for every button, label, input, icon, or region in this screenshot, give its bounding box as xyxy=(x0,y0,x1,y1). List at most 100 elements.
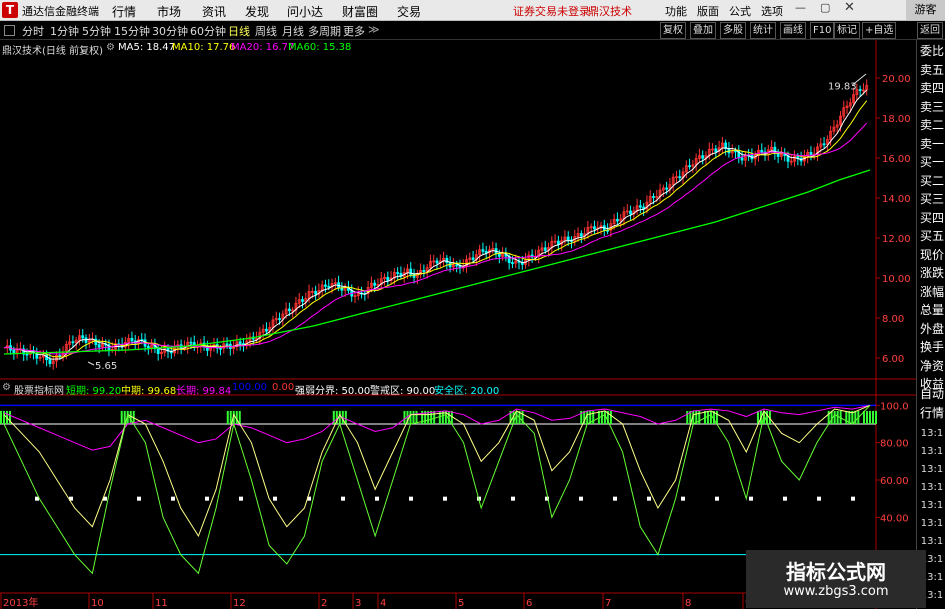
candle-body xyxy=(455,264,459,267)
boundary-dot xyxy=(171,496,175,501)
chart-area[interactable]: 20.00 18.00 16.00 14.00 12.00 10.00 8.00 6.00 10… xyxy=(0,40,916,609)
period-tab-1min[interactable]: 1分钟 xyxy=(50,23,79,39)
candle-body xyxy=(219,347,222,350)
strong-bar xyxy=(715,410,718,424)
menu-discover[interactable]: 发现 xyxy=(245,3,269,20)
candle-body xyxy=(543,247,547,251)
period-tab-timeshare[interactable]: 分时 xyxy=(22,23,44,39)
strong-bar xyxy=(415,410,418,424)
quote-item: 换手 xyxy=(919,340,944,354)
trade-login-status[interactable]: 证券交易未登录 xyxy=(513,3,590,19)
candle-body xyxy=(435,260,439,264)
guest-button[interactable]: 游客 xyxy=(906,0,945,20)
menu-market[interactable]: 市场 xyxy=(157,3,181,20)
app-title: 通达信金融终端 xyxy=(22,5,99,18)
quote-item: 涨幅 xyxy=(919,284,944,299)
candle-body xyxy=(58,354,62,357)
tick-time: 13:1 xyxy=(920,428,944,439)
mark-button[interactable]: 标记 xyxy=(834,22,860,39)
boundary-dot xyxy=(613,496,617,501)
boundary-dot xyxy=(239,496,243,501)
candle-body xyxy=(511,262,514,264)
menu-wealth[interactable]: 财富圈 xyxy=(342,3,378,20)
period-tab-15min[interactable]: 15分钟 xyxy=(114,23,150,39)
period-tab-60min[interactable]: 60分钟 xyxy=(190,23,226,39)
candle-body xyxy=(652,196,655,198)
x-axis-label: 5 xyxy=(458,598,464,609)
candle-body xyxy=(740,157,744,161)
period-tab-multi[interactable]: 多周期 xyxy=(308,23,341,39)
price-tick-label: 18.00 xyxy=(882,114,911,125)
period-toolbar: 分时 1分钟 5分钟 15分钟 30分钟 60分钟 日线 周线 月线 多周期 更… xyxy=(0,21,945,40)
boundary-dot xyxy=(851,496,855,501)
quote-panel: 委比 卖五 卖四 卖三 卖二 卖一 买一 买二 买三 买四 买五 现价 涨跌 涨幅 总量 外盘 换手 净资 收益 自动… xyxy=(916,40,945,609)
candle-body xyxy=(278,318,281,320)
overlay-button[interactable]: 叠加 xyxy=(690,22,716,39)
x-axis-label: 7 xyxy=(605,598,611,609)
current-stock-name: 鼎汉技术 xyxy=(588,5,632,18)
boundary-dot xyxy=(409,496,413,501)
menu-trade[interactable]: 交易 xyxy=(397,3,421,20)
strong-bar xyxy=(120,410,123,424)
candle-body xyxy=(776,153,780,157)
period-tab-30min[interactable]: 30分钟 xyxy=(152,23,188,39)
ma20-line xyxy=(3,122,868,355)
menu-news[interactable]: 资讯 xyxy=(202,3,226,20)
strong-bar xyxy=(344,410,347,424)
menu-options[interactable]: 选项 xyxy=(761,3,783,19)
price-tick-label: 14.00 xyxy=(882,194,911,205)
watermark-title: 指标公式网 xyxy=(786,560,886,584)
candle-body xyxy=(146,345,150,349)
quote-item: 总量 xyxy=(919,303,944,317)
adjust-button[interactable]: 复权 xyxy=(660,22,686,39)
menu-ask[interactable]: 问小达 xyxy=(287,3,323,20)
candle-body xyxy=(809,152,813,156)
strong-bar xyxy=(229,410,232,424)
candle-body xyxy=(701,155,705,159)
quote-item: 卖二 xyxy=(919,118,944,132)
quote-item: 买三 xyxy=(919,192,944,206)
menu-formula[interactable]: 公式 xyxy=(729,3,751,19)
strong-bar xyxy=(709,410,712,424)
x-axis-label: 10 xyxy=(91,598,104,609)
period-tab-more[interactable]: 更多 xyxy=(343,23,365,39)
candle-body xyxy=(471,257,475,260)
candle-body xyxy=(616,218,619,222)
candle-body xyxy=(81,335,85,339)
menu-layout[interactable]: 版面 xyxy=(697,3,719,19)
boundary-dot xyxy=(715,496,719,501)
period-tab-5min[interactable]: 5分钟 xyxy=(82,23,111,39)
strong-bar xyxy=(706,410,709,424)
menu-function[interactable]: 功能 xyxy=(665,3,687,19)
stats-button[interactable]: 统计 xyxy=(750,22,776,39)
f10-button[interactable]: F10 xyxy=(810,22,835,39)
quote-item: 卖一 xyxy=(919,136,944,151)
back-button[interactable]: 返回 xyxy=(917,22,943,39)
draw-line-button[interactable]: 画线 xyxy=(780,22,806,39)
period-tab-daily[interactable]: 日线 xyxy=(228,23,250,39)
candle-body xyxy=(556,240,560,245)
x-axis-label: 3 xyxy=(355,598,361,609)
more-chevron-icon[interactable]: ≫ xyxy=(368,23,380,36)
restore-icon[interactable]: ▢ xyxy=(820,1,830,14)
add-watchlist-button[interactable]: +自选 xyxy=(862,22,897,39)
period-tab-weekly[interactable]: 周线 xyxy=(255,23,277,39)
candle-body xyxy=(238,341,242,345)
indicator-tick-label: 40.00 xyxy=(880,513,909,524)
close-icon[interactable]: ✕ xyxy=(844,0,855,15)
candle-body xyxy=(422,269,426,272)
tick-time: 13:1 xyxy=(920,464,944,475)
quote-item: 净资 xyxy=(919,358,944,373)
strong-bar xyxy=(603,410,606,424)
multi-stock-button[interactable]: 多股 xyxy=(720,22,746,39)
menu-quotes[interactable]: 行情 xyxy=(112,3,136,20)
candle-body xyxy=(301,299,304,302)
period-tab-monthly[interactable]: 月线 xyxy=(282,23,304,39)
minimize-icon[interactable]: — xyxy=(795,1,806,14)
market-label[interactable]: 行情 xyxy=(918,404,945,423)
auto-label[interactable]: 自动 xyxy=(918,385,945,404)
quote-item: 现价 xyxy=(919,247,944,262)
checkbox-icon[interactable] xyxy=(4,25,15,36)
candle-body xyxy=(858,89,862,91)
x-axis-label: 4 xyxy=(380,598,386,609)
